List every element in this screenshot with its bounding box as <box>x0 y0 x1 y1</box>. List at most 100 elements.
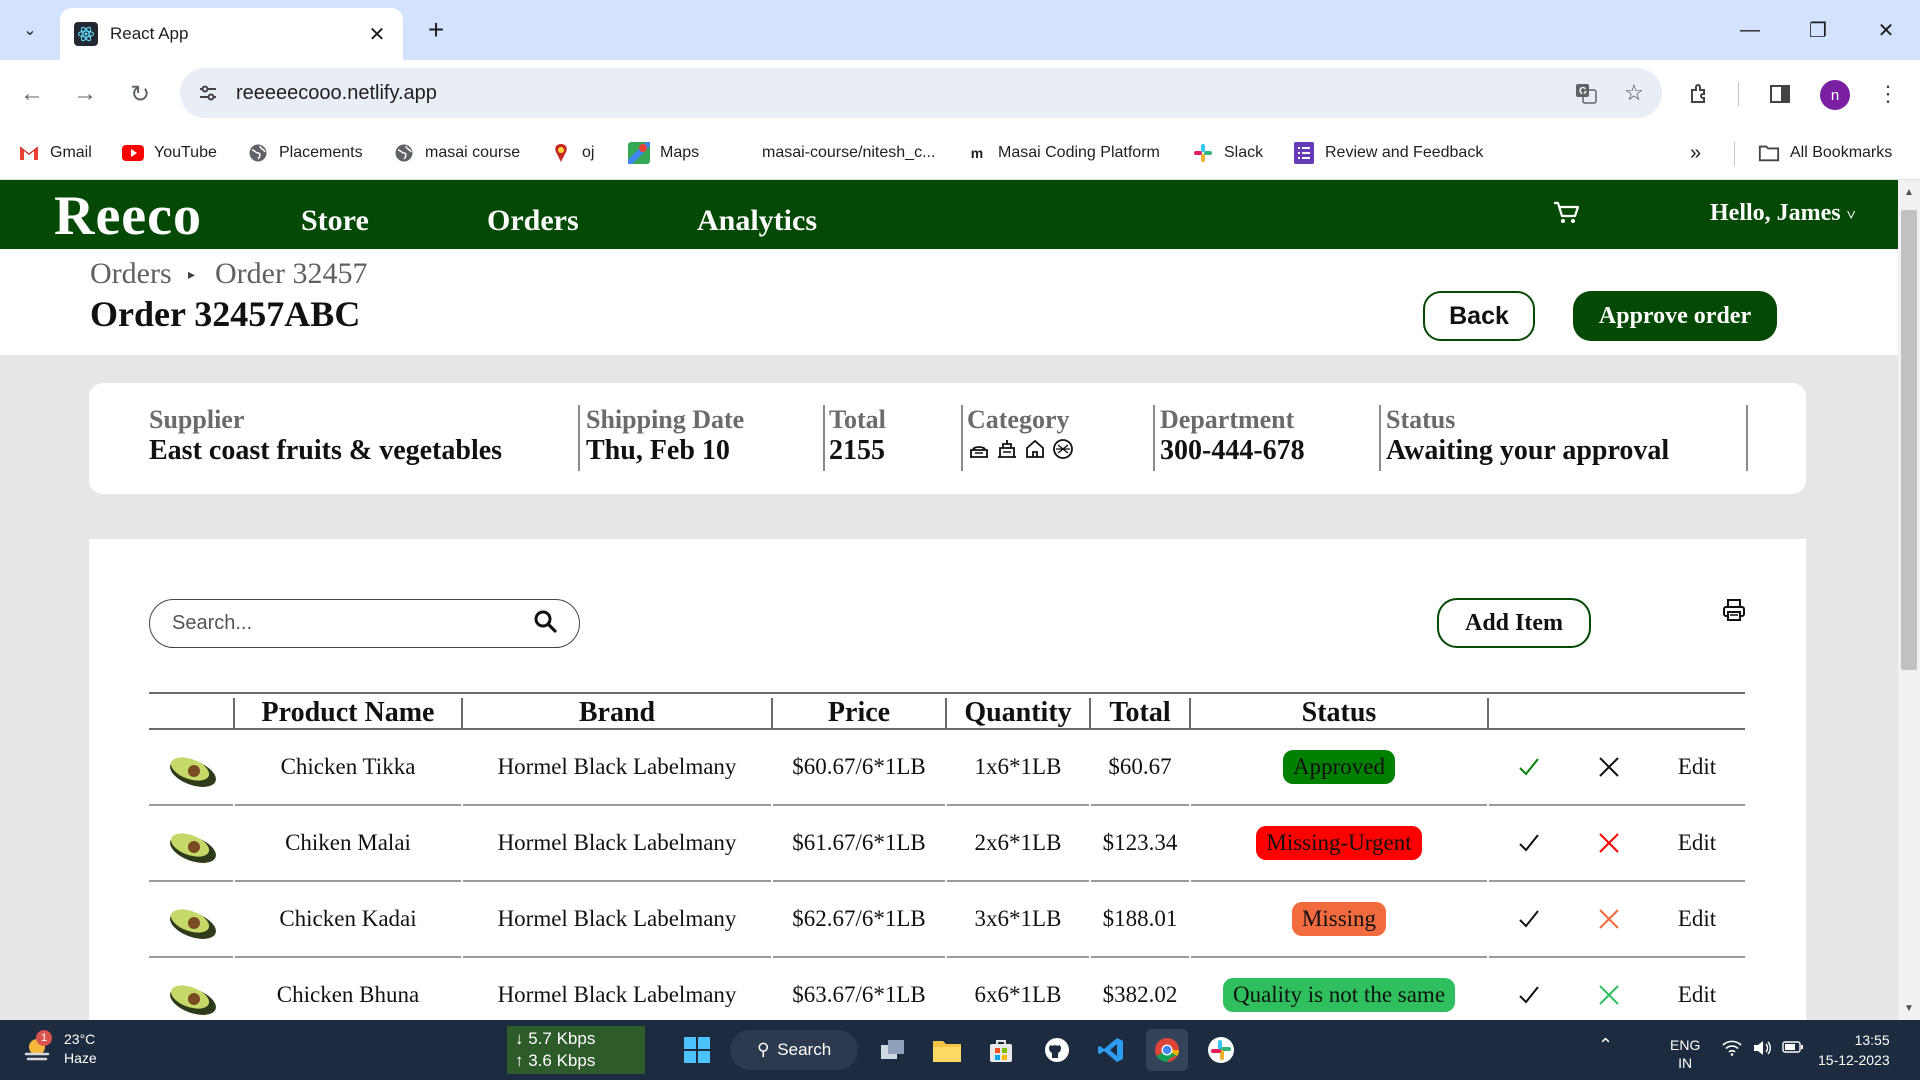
wifi-icon[interactable] <box>1722 1040 1742 1060</box>
close-icon <box>1599 985 1619 1005</box>
status-cell: Missing-Urgent <box>1191 806 1487 880</box>
close-window-button[interactable]: ✕ <box>1852 0 1920 60</box>
toolbar-divider <box>1738 82 1739 106</box>
chevron-down-icon: ⌄ <box>23 22 37 39</box>
close-icon <box>1599 833 1619 853</box>
nav-orders[interactable]: Orders <box>487 204 579 238</box>
scroll-up-icon[interactable]: ▲ <box>1898 182 1920 202</box>
tray-chevron-up-icon[interactable]: ⌃ <box>1598 1036 1613 1054</box>
youtube-icon <box>122 142 144 164</box>
search-input[interactable] <box>172 612 533 635</box>
back-button[interactable]: Back <box>1423 291 1535 341</box>
globe-icon <box>393 142 415 164</box>
bookmark-oj[interactable]: oj <box>550 138 594 168</box>
approve-order-button[interactable]: Approve order <box>1573 291 1777 341</box>
all-bookmarks[interactable]: All Bookmarks <box>1758 138 1892 168</box>
bookmark-masai-coding-platform[interactable]: m Masai Coding Platform <box>966 138 1160 168</box>
order-header: Orders ▸ Order 32457 Order 32457ABC Back… <box>0 249 1898 355</box>
more-bookmarks-icon[interactable]: » <box>1690 138 1701 168</box>
breadcrumb-orders[interactable]: Orders <box>90 257 172 291</box>
cart-icon[interactable] <box>1552 200 1582 226</box>
folder-icon <box>1758 142 1780 164</box>
col-product-name: Product Name <box>261 697 435 728</box>
translate-icon[interactable]: G <box>1566 73 1606 113</box>
approve-item-button[interactable] <box>1489 882 1569 956</box>
browser-tab[interactable]: React App ✕ <box>60 8 403 60</box>
bookmark-star-icon[interactable]: ☆ <box>1614 73 1654 113</box>
chrome-icon[interactable] <box>1146 1029 1188 1071</box>
bookmark-slack[interactable]: Slack <box>1192 138 1263 168</box>
scroll-down-icon[interactable]: ▼ <box>1898 998 1920 1018</box>
address-bar[interactable]: reeeeecooo.netlify.app G ☆ <box>180 68 1662 118</box>
bookmark-masai-course[interactable]: masai course <box>393 138 520 168</box>
ms-store-icon[interactable] <box>980 1029 1022 1071</box>
reload-icon[interactable]: ↻ <box>120 74 160 114</box>
approve-item-button[interactable] <box>1489 806 1569 880</box>
approve-item-button[interactable] <box>1489 730 1569 804</box>
taskbar-search[interactable]: ⚲ Search <box>730 1030 858 1070</box>
product-quantity: 1x6*1LB <box>974 754 1062 779</box>
table-row: Chicken Tikka Hormel Black Labelmany $60… <box>149 730 1745 806</box>
bowl-icon <box>1053 439 1073 459</box>
profile-avatar[interactable]: n <box>1820 80 1850 110</box>
product-name: Chicken Kadai <box>279 906 417 931</box>
windows-start-icon[interactable] <box>676 1029 718 1071</box>
bookmark-placements[interactable]: Placements <box>247 138 363 168</box>
column-separator <box>1487 698 1489 728</box>
search-box <box>149 599 580 648</box>
reject-item-button[interactable] <box>1569 730 1649 804</box>
restore-button[interactable]: ❐ <box>1784 0 1852 60</box>
info-divider <box>961 405 963 471</box>
nav-store[interactable]: Store <box>301 204 369 238</box>
scrollbar-thumb[interactable] <box>1901 210 1917 670</box>
volume-icon[interactable] <box>1752 1040 1772 1060</box>
printer-icon[interactable] <box>1721 597 1751 627</box>
user-menu[interactable]: Hello, James ˅ <box>1710 200 1856 227</box>
network-speed-widget: ↓ 5.7 Kbps ↑ 3.6 Kbps <box>507 1026 645 1074</box>
edit-item-button[interactable]: Edit <box>1649 882 1745 956</box>
side-panel-icon[interactable] <box>1760 74 1800 114</box>
brand-logo[interactable]: Reeco <box>54 184 202 248</box>
nav-analytics[interactable]: Analytics <box>697 204 817 238</box>
extensions-icon[interactable] <box>1680 74 1720 114</box>
product-price: $62.67/6*1LB <box>792 906 926 931</box>
edit-item-button[interactable]: Edit <box>1649 730 1745 804</box>
site-info-icon[interactable] <box>188 73 228 113</box>
bookmark-maps[interactable]: Maps <box>628 138 699 168</box>
weather-badge: 1 <box>36 1030 52 1046</box>
file-explorer-icon[interactable] <box>926 1029 968 1071</box>
col-status: Status <box>1301 697 1377 728</box>
add-item-button[interactable]: Add Item <box>1437 598 1591 648</box>
input-language[interactable]: ENG IN <box>1670 1036 1700 1072</box>
github-desktop-icon[interactable] <box>1036 1029 1078 1071</box>
forms-icon <box>1293 142 1315 164</box>
slack-icon[interactable] <box>1200 1029 1242 1071</box>
bookmark-youtube[interactable]: YouTube <box>122 138 217 168</box>
reject-item-button[interactable] <box>1569 806 1649 880</box>
home-icon <box>1026 439 1044 458</box>
table-header: Product Name Brand Price Quantity Total … <box>149 692 1745 730</box>
task-view-icon[interactable] <box>872 1029 914 1071</box>
breadcrumb-current: Order 32457 <box>215 257 368 290</box>
page-scrollbar[interactable]: ▲ ▼ <box>1898 180 1920 1020</box>
back-arrow-icon[interactable]: ← <box>12 74 52 114</box>
battery-icon[interactable] <box>1782 1040 1804 1058</box>
forward-arrow-icon[interactable]: → <box>65 74 105 114</box>
col-price: Price <box>827 697 891 728</box>
close-tab-icon[interactable]: ✕ <box>365 22 389 47</box>
weather-widget[interactable]: 1 23°C Haze <box>22 1030 97 1068</box>
vscode-icon[interactable] <box>1090 1029 1132 1071</box>
new-tab-button[interactable]: + <box>418 12 454 48</box>
system-clock[interactable]: 13:55 15-12-2023 <box>1818 1030 1890 1070</box>
edit-item-button[interactable]: Edit <box>1649 806 1745 880</box>
menu-kebab-icon[interactable]: ⋮ <box>1868 74 1908 114</box>
tab-search-button[interactable]: ⌄ <box>12 12 48 48</box>
bookmark-review-feedback[interactable]: Review and Feedback <box>1293 138 1483 168</box>
minimize-button[interactable]: — <box>1716 0 1784 60</box>
reject-item-button[interactable] <box>1569 882 1649 956</box>
status-cell: Missing <box>1191 882 1487 956</box>
bookmark-gmail[interactable]: Gmail <box>18 138 92 168</box>
order-info-card: Supplier East coast fruits & vegetables … <box>89 383 1806 494</box>
bookmark-masai-github[interactable]: masai-course/nitesh_c... <box>762 138 935 168</box>
search-icon[interactable] <box>533 609 557 638</box>
